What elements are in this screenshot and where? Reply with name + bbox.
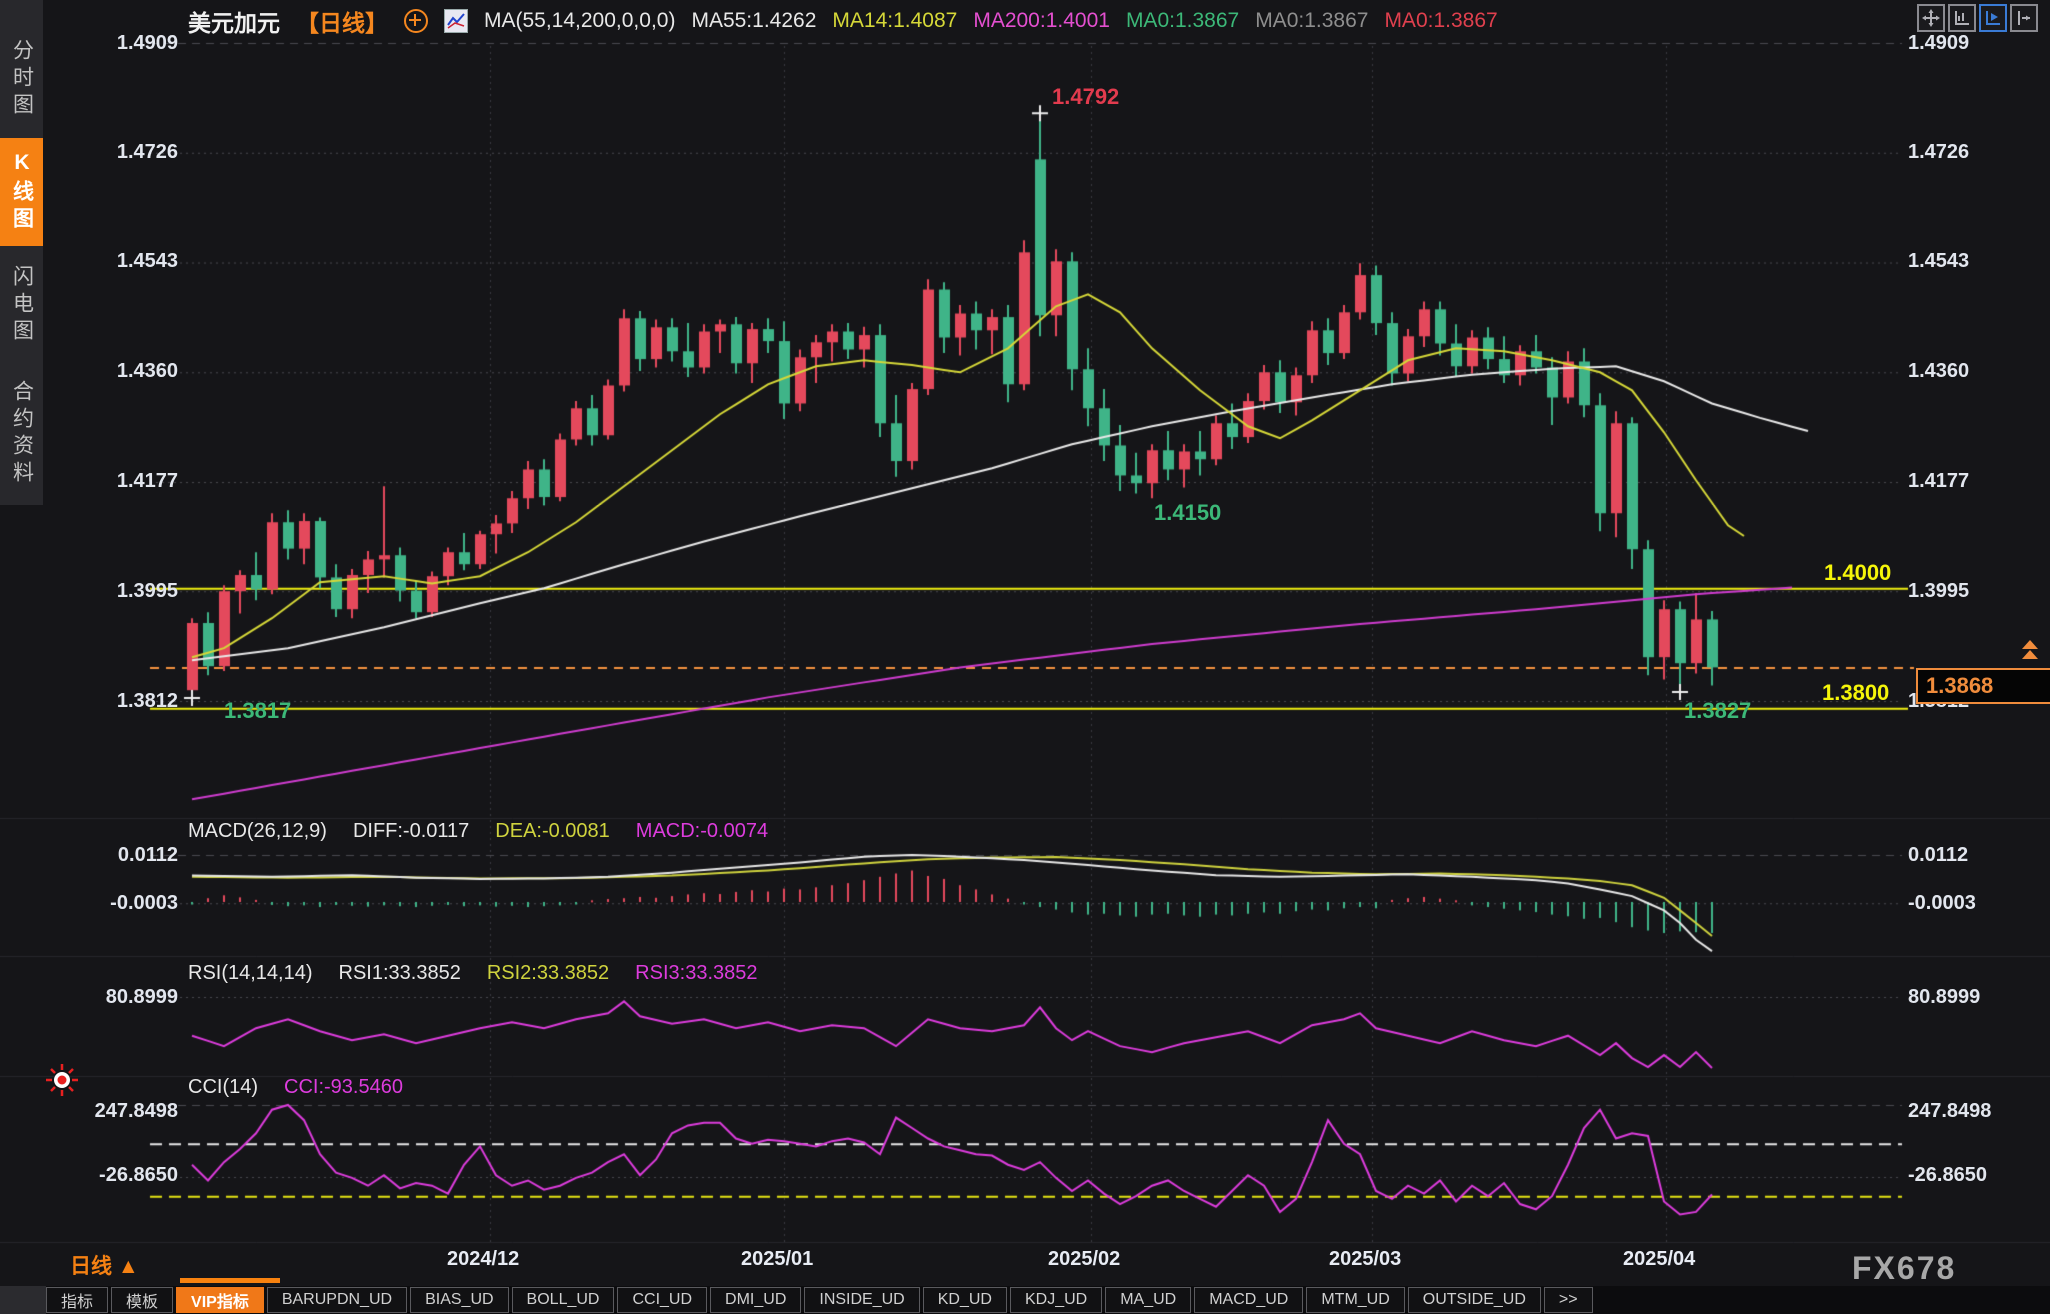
date-label: 2025/01 <box>741 1248 813 1271</box>
price-label-left: 1.3812 <box>86 690 178 713</box>
chart-header: 美元加元 【日线】 MA(55,14,200,0,0,0) MA55:1.426… <box>188 6 1498 36</box>
macd-axis-right: -0.0003 <box>1908 892 1976 915</box>
chart-toolbar <box>1917 4 2038 32</box>
indicator-tab-bar: 指标 模板 VIP指标 BARUPDN_UD BIAS_UD BOLL_UD C… <box>0 1286 2050 1314</box>
tab-more[interactable]: >> <box>1544 1287 1593 1313</box>
tab-inside-ud[interactable]: INSIDE_UD <box>804 1287 919 1313</box>
sidebar-item-contract-info[interactable]: 合约资料 <box>0 364 43 504</box>
current-period-label[interactable]: 日线 ▲ <box>70 1250 139 1280</box>
level-label-lower: 1.3800 <box>1822 680 1889 706</box>
circle-plus-icon[interactable] <box>404 9 428 33</box>
price-label-left: 1.4726 <box>86 141 178 164</box>
tab-boll-ud[interactable]: BOLL_UD <box>512 1287 615 1313</box>
price-label-right: 1.4726 <box>1908 141 1969 164</box>
price-label-left: 1.3995 <box>86 580 178 603</box>
rsi-title-row: RSI(14,14,14) RSI1:33.3852 RSI2:33.3852 … <box>188 962 758 985</box>
price-label-right: 1.4909 <box>1908 32 1969 55</box>
macd-macd-value: MACD:-0.0074 <box>636 820 768 843</box>
macd-params: MACD(26,12,9) <box>188 820 327 843</box>
tab-outside-ud[interactable]: OUTSIDE_UD <box>1408 1287 1541 1313</box>
chart-style-icon[interactable] <box>444 9 468 33</box>
cci-value: CCI:-93.5460 <box>284 1076 403 1099</box>
price-label-right: 1.4543 <box>1908 250 1969 273</box>
candlestick-chart-canvas[interactable] <box>0 0 2050 1314</box>
price-label-right: 1.4177 <box>1908 470 1969 493</box>
tab-macd-ud[interactable]: MACD_UD <box>1194 1287 1303 1313</box>
annotation-high: 1.4792 <box>1052 84 1119 110</box>
price-label-left: 1.4177 <box>86 470 178 493</box>
symbol-name: 美元加元 <box>188 4 280 38</box>
annotation-mid-low: 1.4150 <box>1154 500 1221 526</box>
annotation-left-low: 1.3817 <box>224 698 291 724</box>
rsi1-value: RSI1:33.3852 <box>339 962 461 985</box>
rsi-axis-right: 80.8999 <box>1908 986 1980 1009</box>
rsi2-value: RSI2:33.3852 <box>487 962 609 985</box>
date-label: 2025/04 <box>1623 1248 1695 1271</box>
ma0-value-red: MA0:1.3867 <box>1384 9 1497 33</box>
date-label: 2024/12 <box>447 1248 519 1271</box>
tab-bias-ud[interactable]: BIAS_UD <box>410 1287 508 1313</box>
tab-dmi-ud[interactable]: DMI_UD <box>710 1287 801 1313</box>
sidebar: 分时图 K线图 闪电图 合约资料 <box>0 0 43 505</box>
horizontal-scrollbar[interactable] <box>180 1278 280 1283</box>
tab-template[interactable]: 模板 <box>111 1287 173 1313</box>
price-label-right: 1.4360 <box>1908 360 1969 383</box>
rsi-params: RSI(14,14,14) <box>188 962 313 985</box>
level-label-upper: 1.4000 <box>1824 560 1891 586</box>
cci-axis-right: -26.8650 <box>1908 1164 1987 1187</box>
ma14-value: MA14:1.4087 <box>832 9 957 33</box>
cci-params: CCI(14) <box>188 1076 258 1099</box>
record-indicator-icon[interactable] <box>44 1062 80 1103</box>
annotation-right-low: 1.3827 <box>1684 698 1751 724</box>
macd-axis-left: -0.0003 <box>86 892 178 915</box>
macd-dea-value: DEA:-0.0081 <box>495 820 610 843</box>
cci-axis-left: 247.8498 <box>86 1100 178 1123</box>
ma0-value-gray: MA0:1.3867 <box>1255 9 1368 33</box>
sidebar-item-lightning-chart[interactable]: 闪电图 <box>0 252 43 358</box>
fx678-watermark: FX678 <box>1852 1250 1956 1287</box>
rsi3-value: RSI3:33.3852 <box>635 962 757 985</box>
tab-cci-ud[interactable]: CCI_UD <box>617 1287 707 1313</box>
ma0-value-green: MA0:1.3867 <box>1126 9 1239 33</box>
date-label: 2025/03 <box>1329 1248 1401 1271</box>
period-tag: 【日线】 <box>296 4 388 38</box>
tab-kdj-ud[interactable]: KDJ_UD <box>1010 1287 1102 1313</box>
price-label-left: 1.4360 <box>86 360 178 383</box>
price-label-right: 1.3995 <box>1908 580 1969 603</box>
macd-axis-left: 0.0112 <box>86 844 178 867</box>
price-label-left: 1.4909 <box>86 32 178 55</box>
tab-barupdn-ud[interactable]: BARUPDN_UD <box>267 1287 407 1313</box>
macd-diff-value: DIFF:-0.0117 <box>353 820 469 843</box>
cci-axis-left: -26.8650 <box>86 1164 178 1187</box>
axis-scale-icon[interactable] <box>1948 4 1976 32</box>
cci-axis-right: 247.8498 <box>1908 1100 1991 1123</box>
tab-mtm-ud[interactable]: MTM_UD <box>1306 1287 1404 1313</box>
date-label: 2025/02 <box>1048 1248 1120 1271</box>
tabbar-spacer <box>0 1286 46 1314</box>
ma-settings: MA(55,14,200,0,0,0) <box>484 9 675 33</box>
chart-window: 分时图 K线图 闪电图 合约资料 美元加元 【日线】 MA(55,14,200,… <box>0 0 2050 1314</box>
sidebar-item-time-chart[interactable]: 分时图 <box>0 26 43 132</box>
cci-title-row: CCI(14) CCI:-93.5460 <box>188 1076 403 1099</box>
ma55-value: MA55:1.4262 <box>691 9 816 33</box>
sidebar-item-candle-chart[interactable]: K线图 <box>0 138 43 246</box>
tab-kd-ud[interactable]: KD_UD <box>923 1287 1007 1313</box>
macd-axis-right: 0.0112 <box>1908 844 1968 867</box>
tab-ma-ud[interactable]: MA_UD <box>1105 1287 1191 1313</box>
shift-right-icon[interactable] <box>2010 4 2038 32</box>
rsi-axis-left: 80.8999 <box>86 986 178 1009</box>
tab-indicator[interactable]: 指标 <box>46 1287 108 1313</box>
auto-scale-icon[interactable] <box>1979 4 2007 32</box>
pan-move-icon[interactable] <box>1917 4 1945 32</box>
ma200-value: MA200:1.4001 <box>973 9 1110 33</box>
last-price-tag: 1.3868 <box>1916 668 2050 704</box>
macd-title-row: MACD(26,12,9) DIFF:-0.0117 DEA:-0.0081 M… <box>188 820 768 843</box>
price-label-left: 1.4543 <box>86 250 178 273</box>
tab-vip-indicator[interactable]: VIP指标 <box>176 1287 264 1313</box>
